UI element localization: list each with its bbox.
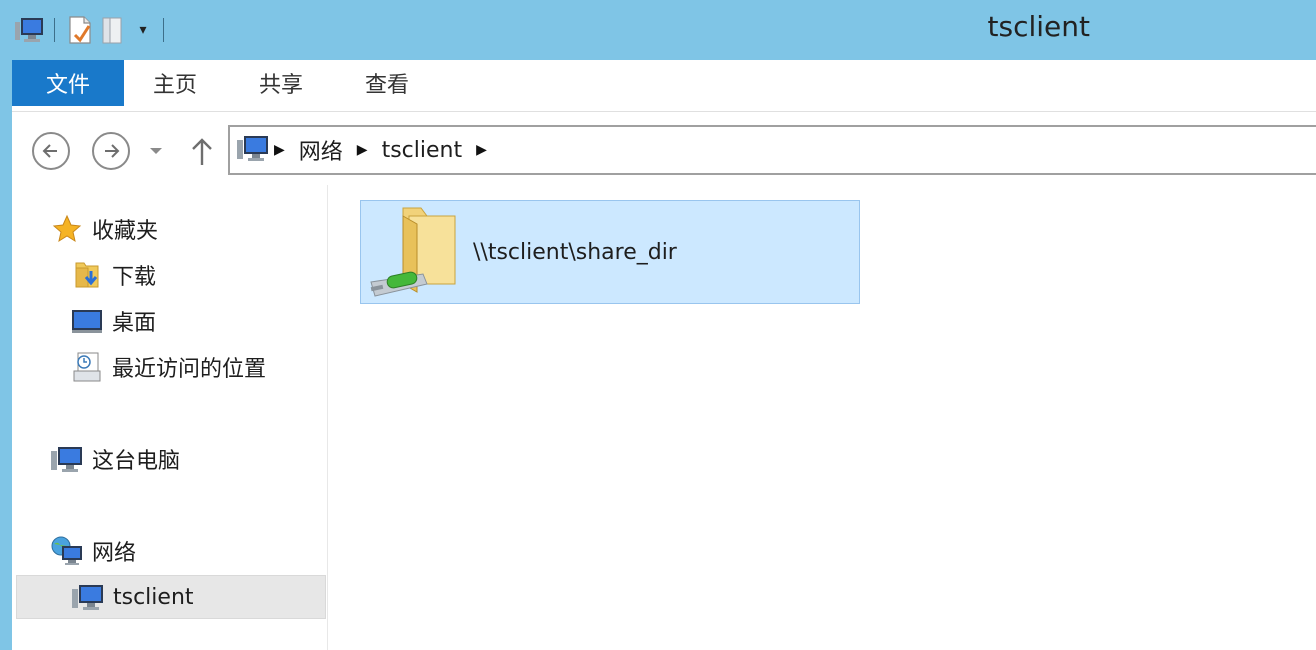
- navigation-pane: 收藏夹 下载 桌面 最近访问的位置 这台电脑 网络 tsclient: [12, 185, 328, 650]
- item-name: \\tsclient\share_dir: [473, 239, 677, 265]
- sidebar-item-downloads[interactable]: 下载: [70, 253, 156, 297]
- sidebar-item-label: 这台电脑: [92, 449, 181, 474]
- sidebar-item-label: 网络: [92, 541, 137, 566]
- breadcrumb-separator[interactable]: ▶: [274, 142, 285, 158]
- network-share-folder-icon: [365, 202, 465, 302]
- breadcrumb-tsclient[interactable]: tsclient: [382, 138, 463, 163]
- tab-view[interactable]: 查看: [352, 60, 422, 106]
- computer-icon: [236, 133, 270, 167]
- sidebar-item-label: 最近访问的位置: [112, 357, 267, 382]
- network-icon: [50, 534, 84, 568]
- explorer-window: ▾ tsclient 文件 主页 共享 查看 ▶ 网络 ▶ tsclient ▶…: [0, 0, 1316, 650]
- list-item[interactable]: \\tsclient\share_dir: [360, 200, 860, 304]
- sidebar-item-label: 下载: [112, 265, 157, 290]
- breadcrumb-separator[interactable]: ▶: [476, 142, 487, 158]
- tab-file[interactable]: 文件: [12, 60, 124, 106]
- sidebar-item-label: tsclient: [113, 584, 194, 610]
- desktop-icon: [70, 304, 104, 338]
- computer-icon: [50, 442, 84, 476]
- arrow-right-icon: [105, 144, 120, 158]
- sidebar-item-favorites[interactable]: 收藏夹: [50, 207, 158, 251]
- breadcrumb-separator[interactable]: ▶: [357, 142, 368, 158]
- recent-locations-dropdown[interactable]: [148, 141, 164, 161]
- forward-button[interactable]: [92, 132, 130, 170]
- ribbon-tabs: 文件 主页 共享 查看: [12, 60, 1316, 112]
- sidebar-item-this-pc[interactable]: 这台电脑: [50, 437, 180, 481]
- tab-home[interactable]: 主页: [140, 60, 210, 106]
- address-bar[interactable]: ▶ 网络 ▶ tsclient ▶: [228, 125, 1316, 175]
- title-bar[interactable]: ▾ tsclient: [0, 0, 1316, 60]
- sidebar-item-recent-places[interactable]: 最近访问的位置: [70, 345, 266, 389]
- sidebar-item-label: 收藏夹: [92, 219, 159, 244]
- sidebar-item-tsclient[interactable]: tsclient: [16, 575, 326, 619]
- file-list: \\tsclient\share_dir: [330, 185, 1316, 650]
- up-button[interactable]: [188, 135, 216, 167]
- window-title: tsclient: [987, 10, 1090, 43]
- back-button[interactable]: [32, 132, 70, 170]
- breadcrumb-network[interactable]: 网络: [299, 134, 343, 166]
- arrow-left-icon: [42, 144, 57, 158]
- sidebar-item-desktop[interactable]: 桌面: [70, 299, 156, 343]
- tab-share[interactable]: 共享: [246, 60, 316, 106]
- navigation-bar: ▶ 网络 ▶ tsclient ▶: [12, 113, 1316, 185]
- window-frame-left: [0, 0, 12, 650]
- sidebar-item-label: 桌面: [112, 311, 157, 336]
- downloads-icon: [70, 258, 104, 292]
- star-icon: [50, 212, 84, 246]
- computer-icon: [71, 580, 105, 614]
- sidebar-item-network[interactable]: 网络: [50, 529, 136, 573]
- recent-places-icon: [70, 350, 104, 384]
